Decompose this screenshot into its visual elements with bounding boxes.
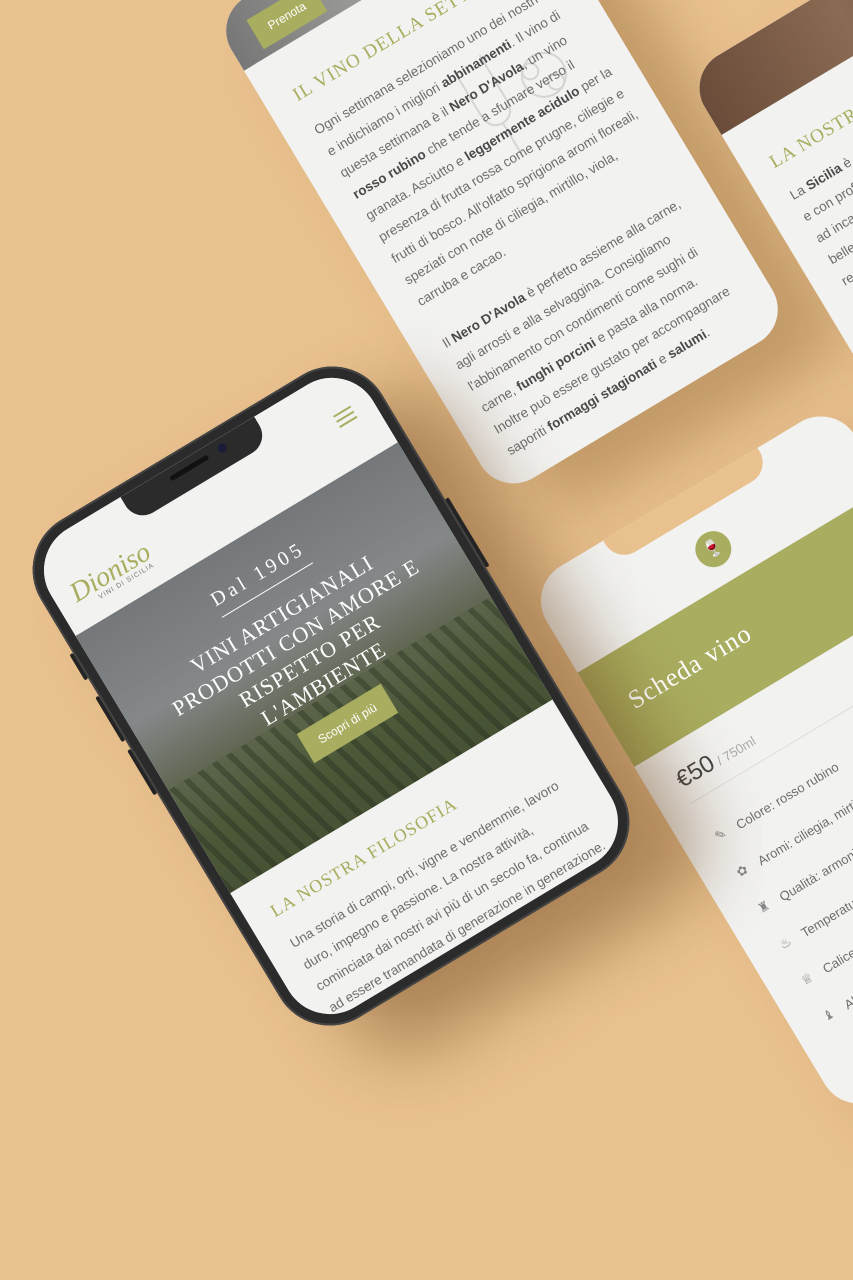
- aroma-icon: ✿: [733, 861, 751, 881]
- header-photo: [685, 0, 853, 135]
- camera-icon: [216, 441, 229, 455]
- menu-hamburger-icon[interactable]: [333, 405, 359, 432]
- speaker-grille: [169, 454, 210, 482]
- volume: / 750ml: [714, 733, 759, 769]
- color-icon: ✎: [711, 825, 729, 845]
- glass-icon: ♕: [798, 969, 816, 989]
- mute-switch: [69, 652, 89, 681]
- wine-attributes-list: ✎ Colore: rosso rubino ✿ Aromi: ciliegia, …: [702, 662, 853, 1074]
- pairing-icon: ♝: [819, 1005, 838, 1025]
- wine-sheet-title: Scheda vino: [622, 618, 757, 715]
- thermometer-icon: ♨: [776, 933, 795, 953]
- wine-glass-icon: 🍷: [688, 524, 739, 574]
- price: €50: [671, 749, 720, 794]
- phone-notch: [603, 447, 771, 563]
- wine-sheet-band: Scheda vino: [577, 487, 853, 767]
- mockup-scene: Prenota Il vino della settimana Ogni set…: [0, 0, 853, 1280]
- quality-icon: ♜: [754, 897, 773, 917]
